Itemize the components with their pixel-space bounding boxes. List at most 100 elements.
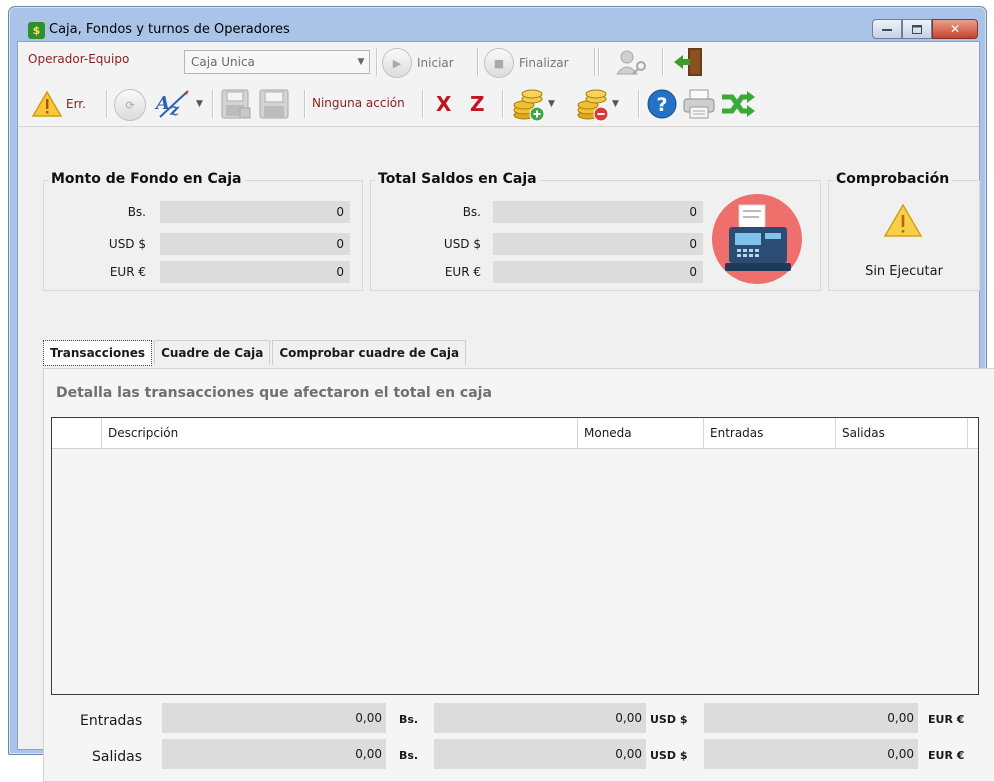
- tab-comprobar-cuadre[interactable]: Comprobar cuadre de Caja: [272, 340, 467, 365]
- warning-icon: [883, 203, 923, 237]
- close-icon: ✕: [949, 22, 961, 36]
- maximize-icon: [912, 24, 922, 34]
- warning-icon: [32, 90, 62, 117]
- svg-text:?: ?: [656, 94, 667, 116]
- print-button[interactable]: [682, 88, 716, 120]
- x-report-button[interactable]: X: [436, 92, 451, 116]
- save-button[interactable]: [258, 88, 290, 120]
- minimize-button[interactable]: [872, 19, 902, 39]
- user-key-icon: [616, 50, 646, 75]
- salidas-bs-value: 0,00: [162, 739, 386, 769]
- finish-button[interactable]: ■ Finalizar: [484, 48, 569, 78]
- fondo-currency-eur: EUR €: [109, 265, 146, 279]
- entradas-bs-currency: Bs.: [399, 713, 419, 726]
- user-key-button[interactable]: [614, 48, 648, 76]
- save-icon: [259, 89, 289, 119]
- fondo-group: Monto de Fondo en Caja Bs. 0 USD $ 0 EUR…: [43, 171, 363, 291]
- fondo-value-usd: 0: [160, 233, 350, 255]
- column-header-entradas[interactable]: Entradas: [704, 418, 836, 448]
- maximize-button[interactable]: [902, 19, 932, 39]
- printer-icon: [683, 89, 715, 119]
- saldos-title: Total Saldos en Caja: [375, 171, 540, 187]
- window-controls: ✕: [872, 19, 978, 39]
- tab-strip: Transacciones Cuadre de Caja Comprobar c…: [43, 340, 468, 366]
- dropdown-arrow-icon: ▼: [196, 99, 203, 109]
- salidas-usd-value: 0,00: [434, 739, 646, 769]
- entradas-bs-value: 0,00: [162, 703, 386, 733]
- grid-row-selector-header: [52, 418, 102, 448]
- entradas-label: Entradas: [80, 713, 143, 729]
- saldos-currency-usd: USD $: [443, 237, 481, 251]
- saldos-value-eur: 0: [493, 261, 703, 283]
- operator-combo[interactable]: Caja Unica ▼: [184, 50, 370, 74]
- exit-button[interactable]: [672, 47, 706, 77]
- help-button[interactable]: ?: [646, 88, 678, 120]
- chevron-down-icon: ▼: [357, 57, 365, 67]
- spell-check-button[interactable]: A z ▼: [154, 87, 203, 121]
- saldos-group: Total Saldos en Caja Bs. 0 USD $ 0 EUR €…: [370, 171, 821, 291]
- tab-transacciones[interactable]: Transacciones: [43, 340, 153, 366]
- remove-coins-button[interactable]: ▼: [574, 85, 619, 123]
- comprobacion-title: Comprobación: [833, 171, 953, 187]
- dropdown-arrow-icon: ▼: [548, 99, 555, 109]
- transacciones-panel: Detalla las transacciones que afectaron …: [43, 368, 994, 782]
- salidas-eur-value: 0,00: [704, 739, 918, 769]
- finish-label: Finalizar: [519, 56, 569, 70]
- column-header-salidas[interactable]: Salidas: [836, 418, 968, 448]
- saldos-currency-eur: EUR €: [444, 265, 481, 279]
- cash-register-icon: [712, 194, 802, 284]
- minimize-icon: [882, 29, 892, 31]
- start-button[interactable]: ▶ Iniciar: [382, 48, 454, 78]
- operator-toolbar: Operador-Equipo Caja Unica ▼ ▶ Iniciar ■…: [18, 42, 979, 83]
- saldos-value-usd: 0: [493, 233, 703, 255]
- close-button[interactable]: ✕: [932, 19, 978, 39]
- saldos-currency-bs: Bs.: [462, 205, 481, 219]
- exit-door-icon: [674, 48, 702, 76]
- z-report-button[interactable]: Z: [470, 92, 485, 116]
- fondo-currency-bs: Bs.: [127, 205, 146, 219]
- x-report-label: X: [436, 92, 452, 116]
- app-window: $ Caja, Fondos y turnos de Operadores ✕ …: [8, 6, 994, 782]
- spell-check-icon: A z: [154, 90, 189, 119]
- operator-combo-value: Caja Unica: [191, 55, 255, 69]
- shuffle-button[interactable]: [720, 90, 756, 118]
- salidas-eur-currency: EUR €: [928, 749, 965, 762]
- column-header-descripcion[interactable]: Descripción: [102, 418, 578, 448]
- title-bar[interactable]: $ Caja, Fondos y turnos de Operadores ✕: [9, 7, 986, 39]
- add-coins-button[interactable]: ▼: [510, 85, 555, 123]
- comprobacion-group: Comprobación Sin Ejecutar: [828, 171, 980, 291]
- coins-add-icon: [513, 89, 545, 122]
- action-status: Ninguna acción: [312, 96, 405, 110]
- refresh-button[interactable]: ⟳: [114, 89, 146, 121]
- coins-remove-icon: [577, 89, 609, 122]
- error-label: Err.: [66, 97, 86, 111]
- play-icon: ▶: [382, 48, 412, 78]
- comprobacion-status: Sin Ejecutar: [865, 264, 943, 279]
- refresh-icon: ⟳: [114, 89, 146, 121]
- dropdown-arrow-icon: ▼: [612, 99, 619, 109]
- start-label: Iniciar: [417, 56, 454, 70]
- salidas-bs-currency: Bs.: [399, 749, 419, 762]
- window-title: Caja, Fondos y turnos de Operadores: [49, 22, 290, 37]
- column-header-moneda[interactable]: Moneda: [578, 418, 704, 448]
- salidas-label: Salidas: [92, 749, 143, 765]
- actions-toolbar: Err. ⟳ A z ▼ Ninguna acción X Z ▼ ▼ ?: [18, 82, 979, 127]
- entradas-usd-value: 0,00: [434, 703, 646, 733]
- main-client-area: Operador-Equipo Caja Unica ▼ ▶ Iniciar ■…: [17, 41, 994, 782]
- entradas-eur-currency: EUR €: [928, 713, 965, 726]
- shuffle-icon: [722, 91, 755, 117]
- save-as-icon: [221, 89, 251, 119]
- fondo-value-eur: 0: [160, 261, 350, 283]
- operator-label: Operador-Equipo: [28, 52, 130, 66]
- z-report-label: Z: [470, 92, 485, 116]
- save-as-button[interactable]: [220, 88, 252, 120]
- tab-cuadre-de-caja[interactable]: Cuadre de Caja: [154, 340, 271, 365]
- saldos-value-bs: 0: [493, 201, 703, 223]
- stop-icon: ■: [484, 48, 514, 78]
- transactions-grid[interactable]: Descripción Moneda Entradas Salidas: [51, 417, 979, 695]
- error-button[interactable]: Err.: [32, 90, 86, 118]
- panel-title: Detalla las transacciones que afectaron …: [56, 385, 492, 401]
- salidas-usd-currency: USD $: [650, 749, 688, 762]
- fondo-currency-usd: USD $: [108, 237, 146, 251]
- fondo-title: Monto de Fondo en Caja: [48, 171, 245, 187]
